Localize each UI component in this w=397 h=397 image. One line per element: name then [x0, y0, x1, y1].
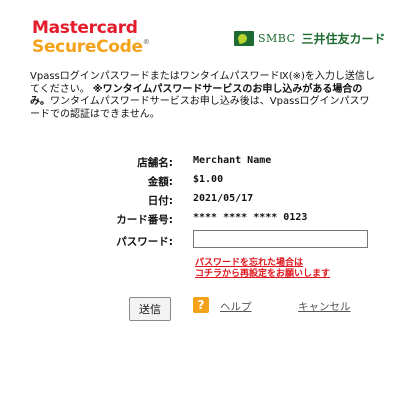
- help-link[interactable]: ヘルプ: [220, 299, 252, 314]
- date-row: 日付: 2021/05/17: [0, 193, 397, 209]
- card-row: カード番号: **** **** **** 0123: [0, 212, 397, 228]
- password-input[interactable]: [193, 230, 368, 248]
- securecode-text: SecureCode: [32, 37, 143, 57]
- submit-button[interactable]: 送信: [129, 297, 171, 321]
- mastercard-securecode-logo: Mastercard SecureCode®: [32, 18, 150, 57]
- amount-value: $1.00: [193, 174, 224, 185]
- smbc-leaf-icon: [234, 31, 254, 46]
- instruction-note: ワンタイムパスワードサービスお申し込み後は、Vpassログインパスワードでの認証…: [30, 96, 370, 120]
- card-number-value: **** **** **** 0123: [193, 212, 308, 223]
- date-label: 日付:: [147, 195, 173, 207]
- forgot-password-link[interactable]: パスワードを忘れた場合は コチラから再設定をお願いします: [195, 258, 330, 280]
- securecode-wordmark: SecureCode®: [32, 37, 150, 57]
- amount-row: 金額: $1.00: [0, 174, 397, 190]
- forgot-password-line1: パスワードを忘れた場合は: [195, 258, 304, 268]
- merchant-row: 店舗名: Merchant Name: [0, 155, 397, 171]
- password-label: パスワード:: [116, 236, 173, 248]
- date-value: 2021/05/17: [193, 193, 254, 204]
- smbc-logo: SMBC 三井住友カード: [234, 30, 386, 47]
- amount-label: 金額:: [147, 176, 173, 188]
- registered-mark: ®: [142, 38, 150, 46]
- smbc-card-name: 三井住友カード: [301, 32, 386, 46]
- mastercard-wordmark: Mastercard: [32, 18, 138, 38]
- instruction-text: VpassログインパスワードまたはワンタイムパスワードⅨ(※)を入力し送信してく…: [30, 71, 375, 121]
- cancel-link[interactable]: キャンセル: [298, 299, 351, 314]
- merchant-label: 店舗名:: [137, 157, 173, 169]
- merchant-value: Merchant Name: [193, 155, 272, 166]
- help-icon[interactable]: ?: [193, 297, 209, 313]
- card-number-label: カード番号:: [116, 214, 173, 226]
- forgot-password-line2: コチラから再設定をお願いします: [195, 269, 331, 279]
- smbc-abbrev: SMBC: [258, 32, 296, 45]
